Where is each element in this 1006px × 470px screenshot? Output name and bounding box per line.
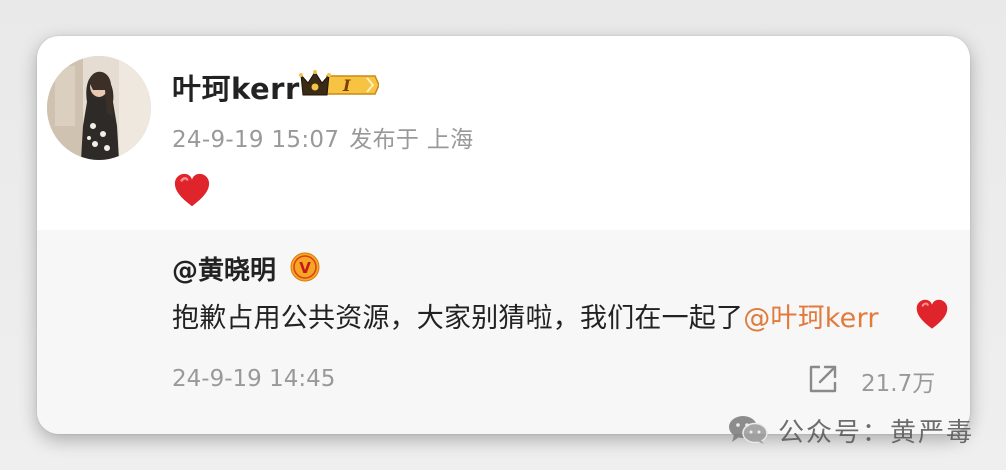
share-icon[interactable] <box>806 362 840 396</box>
badge-level-text: I <box>342 76 351 95</box>
weibo-post-card: 叶珂kerr I 24-9-19 15:07 发布于 上海 @黄晓明 V 抱歉占… <box>37 36 970 434</box>
post-meta: 24-9-19 15:07 发布于 上海 <box>172 120 473 154</box>
mention-link[interactable]: @叶珂kerr <box>743 303 878 334</box>
watermark-text: 公众号：黄严毒 <box>778 417 975 448</box>
post-location: 发布于 上海 <box>349 127 474 153</box>
repost-section[interactable]: @黄晓明 V 抱歉占用公共资源，大家别猜啦，我们在一起了@叶珂kerr 24-9… <box>37 230 970 434</box>
repost-body-text: 抱歉占用公共资源，大家别猜啦，我们在一起了 <box>172 303 744 334</box>
repost-timestamp: 24-9-19 14:45 <box>172 366 336 392</box>
wechat-icon <box>728 415 768 445</box>
post-author-name[interactable]: 叶珂kerr <box>172 66 300 108</box>
share-count[interactable]: 21.7万 <box>861 364 935 398</box>
verified-mark-text: V <box>299 259 311 277</box>
post-timestamp: 24-9-19 15:07 <box>172 127 340 153</box>
red-heart-icon <box>173 172 211 210</box>
repost-content: 抱歉占用公共资源，大家别猜啦，我们在一起了@叶珂kerr <box>172 296 879 335</box>
red-heart-icon <box>915 298 949 332</box>
watermark: 公众号：黄严毒 <box>728 412 974 448</box>
avatar[interactable] <box>47 56 151 160</box>
crown-level-badge-icon[interactable]: I <box>299 69 379 101</box>
avatar-photo <box>47 56 151 160</box>
screenshot-stage: 叶珂kerr I 24-9-19 15:07 发布于 上海 @黄晓明 V 抱歉占… <box>0 0 1006 470</box>
repost-author-name[interactable]: @黄晓明 <box>172 250 276 287</box>
verified-v-icon: V <box>290 252 320 282</box>
